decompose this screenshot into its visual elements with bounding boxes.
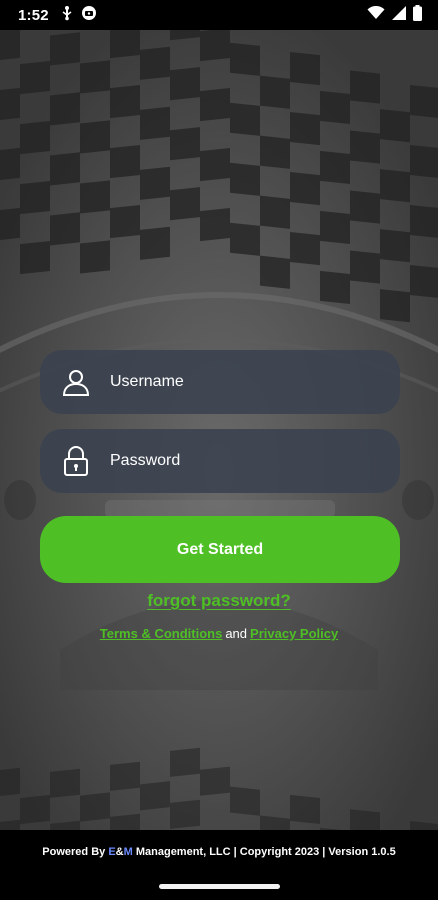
user-icon [60, 366, 92, 398]
company-m: M [123, 846, 133, 858]
lock-icon [60, 445, 92, 477]
password-field[interactable] [40, 429, 400, 493]
footer: Powered By E&M Management, LLC | Copyrig… [0, 830, 438, 900]
username-input[interactable] [110, 373, 370, 391]
privacy-link[interactable]: Privacy Policy [250, 626, 338, 641]
and-text: and [225, 626, 248, 641]
battery-icon [413, 4, 422, 26]
status-time: 1:52 [18, 6, 49, 24]
status-left-icons [61, 5, 97, 26]
forgot-password-row: forgot password? [0, 591, 438, 611]
footer-text: Powered By E&M Management, LLC | Copyrig… [0, 846, 438, 858]
usb-debug-icon [61, 5, 73, 26]
password-input[interactable] [110, 452, 370, 470]
terms-link[interactable]: Terms & Conditions [100, 626, 223, 641]
home-indicator[interactable] [159, 884, 280, 889]
terms-row: Terms & Conditions and Privacy Policy [0, 626, 438, 641]
forgot-password-link[interactable]: forgot password? [147, 591, 291, 610]
login-screen: 1:52 Username Get Started forgot passwor… [0, 0, 438, 900]
status-bar: 1:52 [0, 0, 438, 30]
company-amp: & [115, 846, 124, 858]
vpn-shield-icon [81, 5, 97, 26]
powered-prefix: Powered By [42, 846, 109, 858]
wifi-icon [367, 5, 385, 25]
status-right-icons [367, 4, 422, 26]
get-started-button[interactable]: Get Started [40, 516, 400, 583]
username-field[interactable] [40, 350, 400, 414]
company-e: E [108, 846, 116, 858]
powered-suffix: Management, LLC | Copyright 2023 | Versi… [132, 846, 396, 858]
signal-icon [392, 5, 406, 25]
